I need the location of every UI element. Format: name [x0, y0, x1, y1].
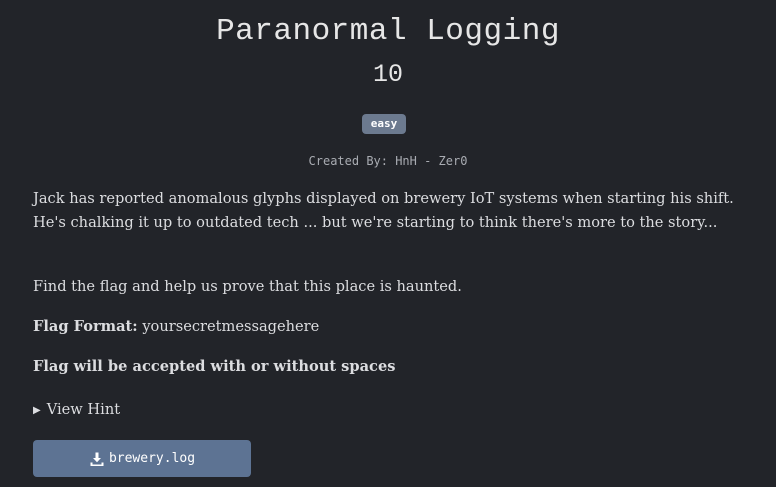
challenge-points: 10	[372, 60, 403, 89]
flag-note: Flag will be accepted with or without sp…	[33, 358, 396, 375]
challenge-title: Paranormal Logging	[216, 14, 560, 49]
flag-format: Flag Format: yoursecretmessagehere	[33, 315, 738, 339]
view-hint-toggle[interactable]: ▶ View Hint	[33, 398, 120, 424]
flag-format-value: yoursecretmessagehere	[142, 318, 320, 335]
description-paragraph: Find the flag and help us prove that thi…	[33, 278, 462, 295]
triangle-right-icon: ▶	[33, 405, 41, 416]
author-credit: Created By: HnH - Zer0	[308, 154, 468, 168]
flag-format-label: Flag Format:	[33, 318, 138, 335]
description-paragraph: Jack has reported anomalous glyphs displ…	[33, 190, 734, 231]
download-file-name: brewery.log	[108, 451, 196, 466]
difficulty-badge: easy	[362, 114, 406, 134]
download-file-button[interactable]: brewery.log	[33, 440, 251, 477]
download-icon	[89, 451, 105, 467]
challenge-panel: Paranormal Logging 10 easy Created By: H…	[0, 0, 776, 487]
view-hint-label: View Hint	[46, 401, 121, 418]
